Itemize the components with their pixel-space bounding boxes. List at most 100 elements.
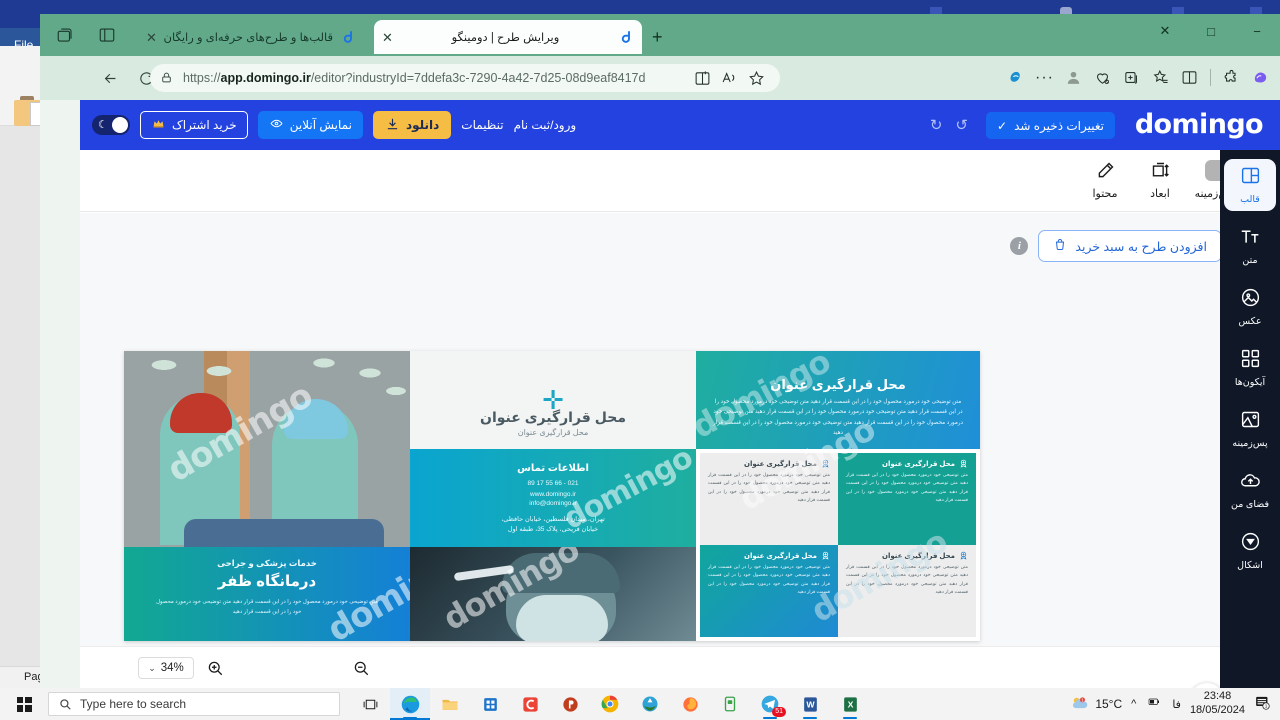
icons-grid-icon (1240, 348, 1261, 374)
taskbar-app-greenshot[interactable] (710, 688, 750, 720)
feature-cell[interactable]: محل قرارگیری عنوان متن توضیحی خود درمورد… (700, 545, 838, 637)
taskbar-app-file-explorer[interactable] (430, 688, 470, 720)
taskbar-app-chrome[interactable] (590, 688, 630, 720)
close-icon[interactable]: ✕ (146, 31, 157, 44)
info-icon[interactable]: i (1010, 237, 1029, 255)
weather-temp: 15°C (1095, 697, 1123, 711)
panel-title: محل قرارگیری عنوان (480, 409, 626, 425)
tool-dimensions[interactable]: ابعاد (1133, 158, 1187, 200)
zoom-in-icon[interactable] (206, 659, 224, 682)
eye-icon (269, 117, 284, 133)
taskbar-app-microsoft-store[interactable] (470, 688, 510, 720)
copilot-icon[interactable] (1002, 64, 1029, 91)
weather-widget[interactable]: 1 15°C (1070, 694, 1122, 714)
download-button[interactable]: دانلود (372, 111, 452, 139)
favorite-star-icon[interactable] (743, 65, 770, 92)
rail-item-text[interactable]: متن (1224, 220, 1276, 272)
header-actions: ☾ خرید اشتراک نمایش آنلاین دانلود تنظیما… (92, 100, 576, 150)
rail-label: عکس (1238, 316, 1262, 327)
profile-icon[interactable] (1060, 64, 1087, 91)
editor-toolbar: محتوا ابعاد پس‌زمینه (80, 150, 1240, 212)
zoom-level-select[interactable]: ⌄ 34% (138, 657, 194, 679)
telegram-badge: 51 (772, 707, 786, 717)
resize-icon (1133, 158, 1187, 182)
svg-text:X: X (847, 699, 853, 709)
collections-icon[interactable] (1118, 64, 1145, 91)
favorites-list-icon[interactable] (1147, 64, 1174, 91)
language-indicator[interactable]: فا (1172, 698, 1181, 711)
design-panel-contact[interactable]: اطلاعات تماس 021 - 66 55 17 89 www.domin… (410, 440, 698, 547)
extensions-icon[interactable] (1218, 64, 1245, 91)
clock[interactable]: 23:48 18/05/2024 (1190, 690, 1245, 718)
close-icon[interactable]: ✕ (382, 31, 393, 44)
design-panel-surgeon-image[interactable]: domingo (410, 547, 696, 641)
taskbar-app-word[interactable]: W (790, 688, 830, 720)
rail-item-template[interactable]: قالب (1224, 159, 1276, 211)
taskbar-search[interactable]: Type here to search (48, 692, 340, 716)
rail-item-image[interactable]: عکس (1224, 281, 1276, 333)
online-preview-button[interactable]: نمایش آنلاین (257, 111, 363, 139)
design-panel-feature-grid[interactable]: محل قرارگیری عنوان متن توضیحی خود درمورد… (696, 410, 980, 641)
zoom-out-icon[interactable] (352, 659, 370, 682)
split-screen-icon[interactable] (689, 65, 716, 92)
tab-actions-icon[interactable] (54, 26, 74, 46)
settings-link[interactable]: تنظیمات (461, 118, 503, 132)
design-panel-title-card[interactable]: ✛ محل قرارگیری عنوان محل قرارگیری عنوان (410, 351, 696, 449)
feature-cell[interactable]: محل قرارگیری عنوان متن توضیحی خود درمورد… (700, 453, 838, 545)
design-panel-headline[interactable]: محل قرارگیری عنوان متن توضیحی خود درمورد… (686, 342, 980, 449)
taskbar-app-telegram[interactable]: 51 (750, 688, 790, 720)
account-link[interactable]: ورود/ثبت نام (514, 118, 577, 132)
feature-body: متن توضیحی خود درمورد محصول خود را در ای… (846, 472, 968, 503)
notifications-button[interactable]: 1 (1254, 694, 1274, 714)
browser-essentials-icon[interactable] (1089, 64, 1116, 91)
settings-more-icon[interactable]: ··· (1031, 64, 1058, 91)
close-button[interactable]: ✕ (1142, 14, 1188, 48)
split-pane-icon[interactable] (1176, 64, 1203, 91)
redo-icon[interactable]: ↻ (930, 116, 943, 134)
subscription-label: خرید اشتراک (172, 118, 237, 132)
undo-icon[interactable]: ↺ (955, 116, 968, 134)
minimize-button[interactable]: − (1234, 14, 1280, 48)
taskbar-app-powerpoint[interactable] (550, 688, 590, 720)
buy-subscription-button[interactable]: خرید اشتراک (140, 111, 248, 139)
tab-title: ویرایش طرح | دومینگو (451, 32, 560, 44)
feature-cell[interactable]: محل قرارگیری عنوان متن توضیحی خود درمورد… (838, 545, 976, 637)
design-panel-hero-image[interactable]: domingo (124, 351, 410, 547)
task-view-icon[interactable] (350, 688, 390, 720)
add-to-cart-button[interactable]: افزودن طرح به سبد خرید (1038, 230, 1222, 262)
lock-icon (160, 71, 174, 85)
vertical-tabs-icon[interactable] (96, 26, 116, 46)
app-logo[interactable]: domingo (1135, 109, 1264, 140)
browser-tab-active[interactable]: ویرایش طرح | دومینگو ✕ (374, 20, 642, 54)
new-tab-button[interactable]: + (652, 28, 663, 46)
background-icon (1240, 409, 1261, 435)
rail-item-icons[interactable]: آیکون‌ها (1224, 342, 1276, 394)
rail-item-shapes[interactable]: اشکال (1224, 525, 1276, 577)
read-aloud-icon[interactable] (716, 65, 743, 92)
taskbar-app-firefox[interactable] (670, 688, 710, 720)
taskbar-app-camtasia[interactable] (510, 688, 550, 720)
feature-title: محل قرارگیری عنوان (744, 460, 817, 468)
design-board[interactable]: domingo ✛ محل قرارگیری عنوان محل قرارگیر… (124, 342, 980, 650)
tray-chevron-icon[interactable]: ^ (1131, 698, 1136, 710)
contact-email: info@domingo.ir (529, 500, 577, 507)
tool-content[interactable]: محتوا (1078, 158, 1132, 200)
cart-button-label: افزودن طرح به سبد خرید (1075, 239, 1207, 254)
taskbar-app-idm[interactable] (630, 688, 670, 720)
back-icon[interactable] (94, 62, 126, 94)
feature-cell[interactable]: محل قرارگیری عنوان متن توضیحی خود درمورد… (838, 453, 976, 545)
start-button[interactable] (0, 688, 48, 720)
copilot-sidebar-icon[interactable] (1247, 64, 1274, 91)
battery-icon[interactable] (1145, 695, 1163, 713)
theme-toggle[interactable]: ☾ (92, 115, 130, 135)
medical-badge-icon (821, 551, 830, 560)
rail-item-my-space[interactable]: فضای من (1224, 464, 1276, 516)
taskbar-app-excel[interactable]: X (830, 688, 870, 720)
image-icon (1240, 287, 1261, 313)
taskbar-app-edge[interactable] (390, 688, 430, 720)
browser-tab-inactive[interactable]: قالب‌ها و طرح‌های حرفه‌ای و رایگان ✕ (138, 20, 364, 54)
rail-item-background[interactable]: پس‌زمینه (1224, 403, 1276, 455)
address-bar[interactable]: https://app.domingo.ir/editor?industryId… (150, 64, 780, 92)
maximize-button[interactable]: □ (1188, 14, 1234, 48)
design-panel-clinic[interactable]: خدمات پزشکی و جراحی درمانگاه ظفر متن توض… (124, 536, 479, 650)
